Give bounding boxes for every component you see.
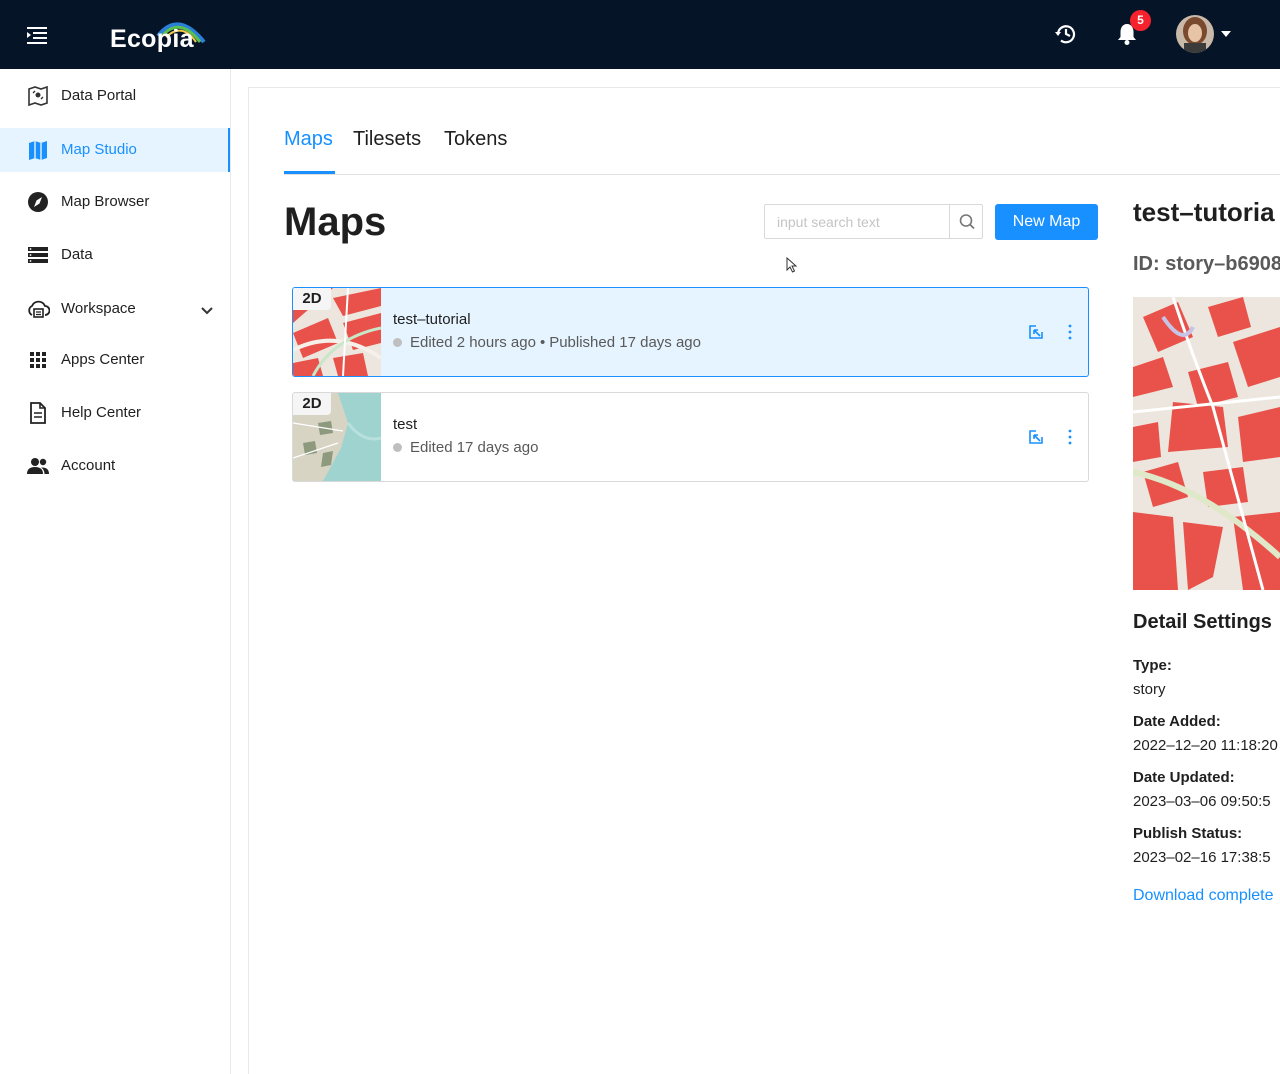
status-dot: [393, 338, 402, 347]
separator: •: [539, 334, 546, 351]
notification-badge: 5: [1130, 10, 1151, 31]
more-options-icon[interactable]: [1063, 323, 1077, 341]
search-input[interactable]: [765, 205, 949, 238]
sidebar-item-data-portal[interactable]: Data Portal: [0, 74, 230, 118]
sidebar-item-map-studio[interactable]: Map Studio: [0, 128, 230, 172]
caret-down-icon[interactable]: [1221, 31, 1231, 37]
data-portal-icon: [26, 85, 50, 107]
compass-icon: [26, 191, 50, 213]
sidebar-item-label: Apps Center: [61, 351, 145, 368]
chevron-down-icon[interactable]: [200, 303, 214, 321]
download-complete-link[interactable]: Download complete: [1133, 887, 1274, 905]
detail-id: ID: story–b6908: [1133, 253, 1280, 275]
document-icon: [26, 402, 50, 424]
detail-map-preview: [1133, 297, 1280, 590]
tab-tilesets[interactable]: Tilesets: [353, 128, 421, 151]
new-map-button[interactable]: New Map: [995, 204, 1098, 240]
sidebar-item-label: Help Center: [61, 404, 142, 421]
top-bar: Ecopia 5: [0, 0, 1280, 69]
sidebar: Data Portal Map Studio Map Browser Data …: [0, 69, 231, 1074]
apps-grid-icon: [26, 349, 50, 371]
detail-title: test–tutoria: [1133, 197, 1275, 227]
map-card-test-tutorial[interactable]: 2D test–tutorial Edited 2 hours ago • Pu…: [292, 287, 1089, 377]
open-map-icon[interactable]: [1028, 324, 1044, 340]
sidebar-item-label: Map Studio: [61, 141, 137, 158]
user-avatar[interactable]: [1176, 15, 1214, 53]
dimension-badge: 2D: [293, 393, 331, 415]
status-dot: [393, 443, 402, 452]
map-name: test: [393, 416, 418, 433]
page-title: Maps: [284, 200, 387, 244]
map-meta: Edited 2 hours ago • Published 17 days a…: [393, 334, 701, 351]
map-meta: Edited 17 days ago: [393, 439, 538, 456]
date-updated-label: Date Updated:: [1133, 769, 1235, 786]
edited-text: Edited 2 hours ago: [410, 334, 536, 351]
sidebar-item-apps-center[interactable]: Apps Center: [0, 338, 230, 382]
map-icon: [26, 139, 50, 161]
search-icon: [950, 214, 984, 242]
sidebar-item-workspace[interactable]: Workspace: [0, 287, 230, 331]
cloud-workspace-icon: [26, 298, 51, 320]
ecopia-logo[interactable]: Ecopia: [110, 14, 210, 56]
open-map-icon[interactable]: [1028, 429, 1044, 445]
date-added-value: 2022–12–20 11:18:20: [1133, 737, 1278, 754]
dimension-badge: 2D: [293, 288, 331, 310]
type-label: Type:: [1133, 657, 1172, 674]
edited-text: Edited 17 days ago: [410, 439, 539, 456]
sidebar-item-help-center[interactable]: Help Center: [0, 391, 230, 435]
menu-fold-icon[interactable]: [24, 22, 50, 48]
tab-tokens[interactable]: Tokens: [444, 128, 507, 151]
mouse-cursor-icon: [786, 256, 798, 278]
team-icon: [26, 455, 50, 477]
map-card-test[interactable]: 2D test Edited 17 days ago: [292, 392, 1089, 482]
database-icon: [26, 244, 50, 266]
sidebar-item-label: Map Browser: [61, 193, 150, 210]
sidebar-item-label: Workspace: [61, 300, 136, 317]
date-added-label: Date Added:: [1133, 713, 1221, 730]
sidebar-item-map-browser[interactable]: Map Browser: [0, 180, 230, 224]
search-box: [764, 204, 983, 239]
map-name: test–tutorial: [393, 311, 471, 328]
history-icon[interactable]: [1053, 21, 1079, 47]
logo-text: Ecopia: [110, 25, 194, 53]
publish-status-value: 2023–02–16 17:38:5: [1133, 849, 1271, 866]
tabs-divider: [284, 174, 1280, 175]
type-value: story: [1133, 681, 1166, 698]
published-text: Published 17 days ago: [549, 334, 701, 351]
sidebar-item-account[interactable]: Account: [0, 444, 230, 488]
detail-settings-heading: Detail Settings: [1133, 611, 1272, 633]
sidebar-item-data[interactable]: Data: [0, 233, 230, 277]
tab-maps[interactable]: Maps: [284, 128, 333, 151]
sidebar-item-label: Data Portal: [61, 87, 137, 104]
more-options-icon[interactable]: [1063, 428, 1077, 446]
date-updated-value: 2023–03–06 09:50:5: [1133, 793, 1271, 810]
sidebar-item-label: Account: [61, 457, 116, 474]
search-button[interactable]: [949, 205, 983, 238]
publish-status-label: Publish Status:: [1133, 825, 1243, 842]
sidebar-item-label: Data: [61, 246, 93, 263]
